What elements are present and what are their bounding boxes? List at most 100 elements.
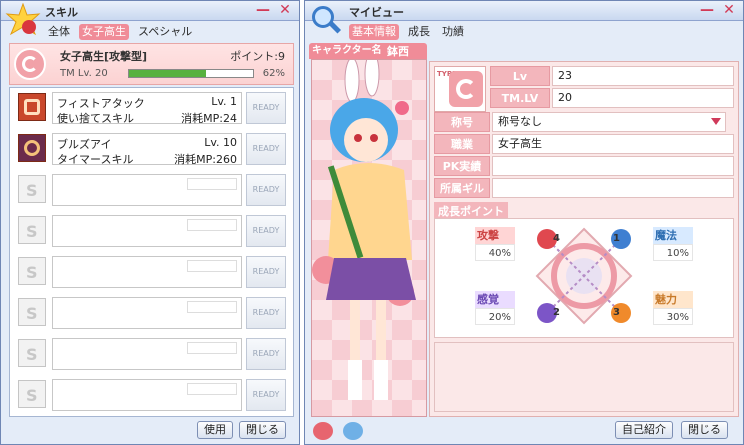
tm-progress-bar (128, 69, 254, 78)
stat-attack-value: 40% (475, 244, 515, 261)
skill-row[interactable]: フィストアタック Lv. 1 使い捨てスキル 消耗MP:24 READY (14, 90, 291, 128)
empty-skill-row[interactable]: S READY (14, 377, 291, 415)
ready-button[interactable]: READY (246, 133, 286, 165)
skill-type: タイマースキル (57, 153, 134, 166)
guild-label: 所属ギルド (434, 178, 490, 215)
use-button[interactable]: 使用 (197, 421, 233, 439)
stat-sense-name: 感覚 (475, 291, 515, 308)
skill-info: フィストアタック Lv. 1 使い捨てスキル 消耗MP:24 (52, 92, 242, 125)
type-label: TYPE (437, 70, 457, 78)
pk-value (492, 156, 734, 176)
radar-label-charm: 3 (613, 307, 620, 318)
skill-tabs: 全体 女子高生 スペシャル (45, 24, 195, 40)
stat-sense: 感覚 20% (475, 291, 515, 327)
basic-info-panel: TYPE Lv 23 TM.LV 20 称号 称号なし 職業 女子高生 PK実績… (429, 61, 739, 417)
stat-charm: 魅力 30% (653, 291, 693, 327)
empty-skill-slot-icon: S (18, 298, 46, 326)
skill-level: Lv. 1 (211, 95, 237, 108)
title-label: 称号 (434, 112, 490, 132)
empty-skill-slot-icon: S (18, 257, 46, 285)
close-button[interactable]: 閉じる (239, 421, 286, 439)
character-mini-icon[interactable] (343, 422, 363, 440)
stat-sense-value: 20% (475, 308, 515, 325)
title-value: 称号なし (498, 115, 542, 128)
skill-list: フィストアタック Lv. 1 使い捨てスキル 消耗MP:24 READY ブルズ… (9, 87, 294, 417)
stat-magic-name: 魔法 (653, 227, 693, 244)
ready-button[interactable]: READY (246, 92, 286, 124)
skill-info: ブルズアイ Lv. 10 タイマースキル 消耗MP:260 (52, 133, 242, 166)
close-button[interactable]: 閉じる (681, 421, 728, 439)
empty-skill-slot-icon: S (18, 380, 46, 408)
job-name: 女子高生[攻撃型] (60, 50, 148, 63)
tm-level: TM Lv. 20 (60, 68, 108, 79)
stat-attack-name: 攻撃 (475, 227, 515, 244)
strawberry-icon[interactable] (313, 422, 333, 440)
chevron-down-icon[interactable] (711, 118, 721, 125)
growth-radar: 4 1 2 3 (533, 225, 635, 327)
character-portrait (311, 59, 427, 417)
tab-all[interactable]: 全体 (45, 24, 73, 40)
ready-button[interactable]: READY (246, 338, 286, 370)
empty-skill-slot-icon: S (18, 339, 46, 367)
empty-skill-row[interactable]: S READY (14, 336, 291, 374)
tab-basic-info[interactable]: 基本情報 (349, 24, 399, 40)
self-introduction-button[interactable]: 自己紹介 (615, 421, 673, 439)
skill-name: フィストアタック (57, 97, 145, 110)
myview-window: マイビュー — ✕ 基本情報 成長 功績 キャラクター名 鉢西 TYPE Lv … (304, 0, 744, 445)
skill-type: 使い捨てスキル (57, 112, 134, 125)
stat-magic-value: 10% (653, 244, 693, 261)
character-label: キャラクター名 (309, 43, 427, 59)
character-name: 鉢西 (387, 45, 409, 58)
radar-label-attack: 4 (553, 233, 560, 244)
guild-value (492, 178, 734, 198)
notes-area (434, 342, 734, 412)
ready-button[interactable]: READY (246, 379, 286, 411)
empty-skill-row[interactable]: S READY (14, 254, 291, 292)
title-select[interactable]: 称号なし (492, 112, 726, 132)
skill-points: ポイント:9 (230, 50, 285, 63)
stat-charm-name: 魅力 (653, 291, 693, 308)
character-illustration (312, 60, 416, 400)
skill-level: Lv. 10 (204, 136, 237, 149)
skill-info-empty (52, 297, 242, 329)
fist-attack-icon[interactable] (18, 93, 46, 121)
close-x-button-myview[interactable]: ✕ (721, 3, 737, 18)
stat-attack: 攻撃 40% (475, 227, 515, 263)
growth-points-box: 攻撃 40% 魔法 10% 感覚 20% 魅力 30% 4 1 2 3 (434, 218, 734, 338)
skill-info-empty (52, 174, 242, 206)
minimize-button-skill[interactable]: — (255, 3, 271, 18)
stat-magic: 魔法 10% (653, 227, 693, 263)
radar-label-magic: 1 (613, 233, 620, 244)
job-type-icon (449, 71, 483, 107)
skill-info-empty (52, 379, 242, 411)
lv-value: 23 (552, 66, 734, 86)
tab-special[interactable]: スペシャル (135, 24, 195, 40)
ready-button[interactable]: READY (246, 174, 286, 206)
skill-mp-cost: 消耗MP:260 (174, 153, 237, 166)
myview-titlebar[interactable]: マイビュー — ✕ (305, 1, 743, 34)
tab-achievements[interactable]: 功績 (439, 24, 467, 40)
tmlv-label: TM.LV (490, 88, 550, 108)
tmlv-value: 20 (552, 88, 734, 108)
magnifier-icon (309, 3, 343, 37)
tab-schoolgirl[interactable]: 女子高生 (79, 24, 129, 40)
minimize-button-myview[interactable]: — (699, 3, 715, 18)
skill-row[interactable]: ブルズアイ Lv. 10 タイマースキル 消耗MP:260 READY (14, 131, 291, 169)
ready-button[interactable]: READY (246, 297, 286, 329)
empty-skill-row[interactable]: S READY (14, 172, 291, 210)
ready-button[interactable]: READY (246, 256, 286, 288)
close-x-button-skill[interactable]: ✕ (277, 3, 293, 18)
skill-mp-cost: 消耗MP:24 (181, 112, 237, 125)
empty-skill-slot-icon: S (18, 216, 46, 244)
radar-label-sense: 2 (553, 307, 560, 318)
tab-growth[interactable]: 成長 (405, 24, 433, 40)
skill-info-empty (52, 256, 242, 288)
skill-titlebar[interactable]: スキル — ✕ (1, 1, 299, 36)
bullseye-icon[interactable] (18, 134, 46, 162)
skill-name: ブルズアイ (57, 138, 112, 151)
lv-label: Lv (490, 66, 550, 86)
empty-skill-row[interactable]: S READY (14, 213, 291, 251)
ready-button[interactable]: READY (246, 215, 286, 247)
empty-skill-row[interactable]: S READY (14, 295, 291, 333)
skill-job-header: 女子高生[攻撃型] ポイント:9 TM Lv. 20 62% (9, 43, 294, 85)
